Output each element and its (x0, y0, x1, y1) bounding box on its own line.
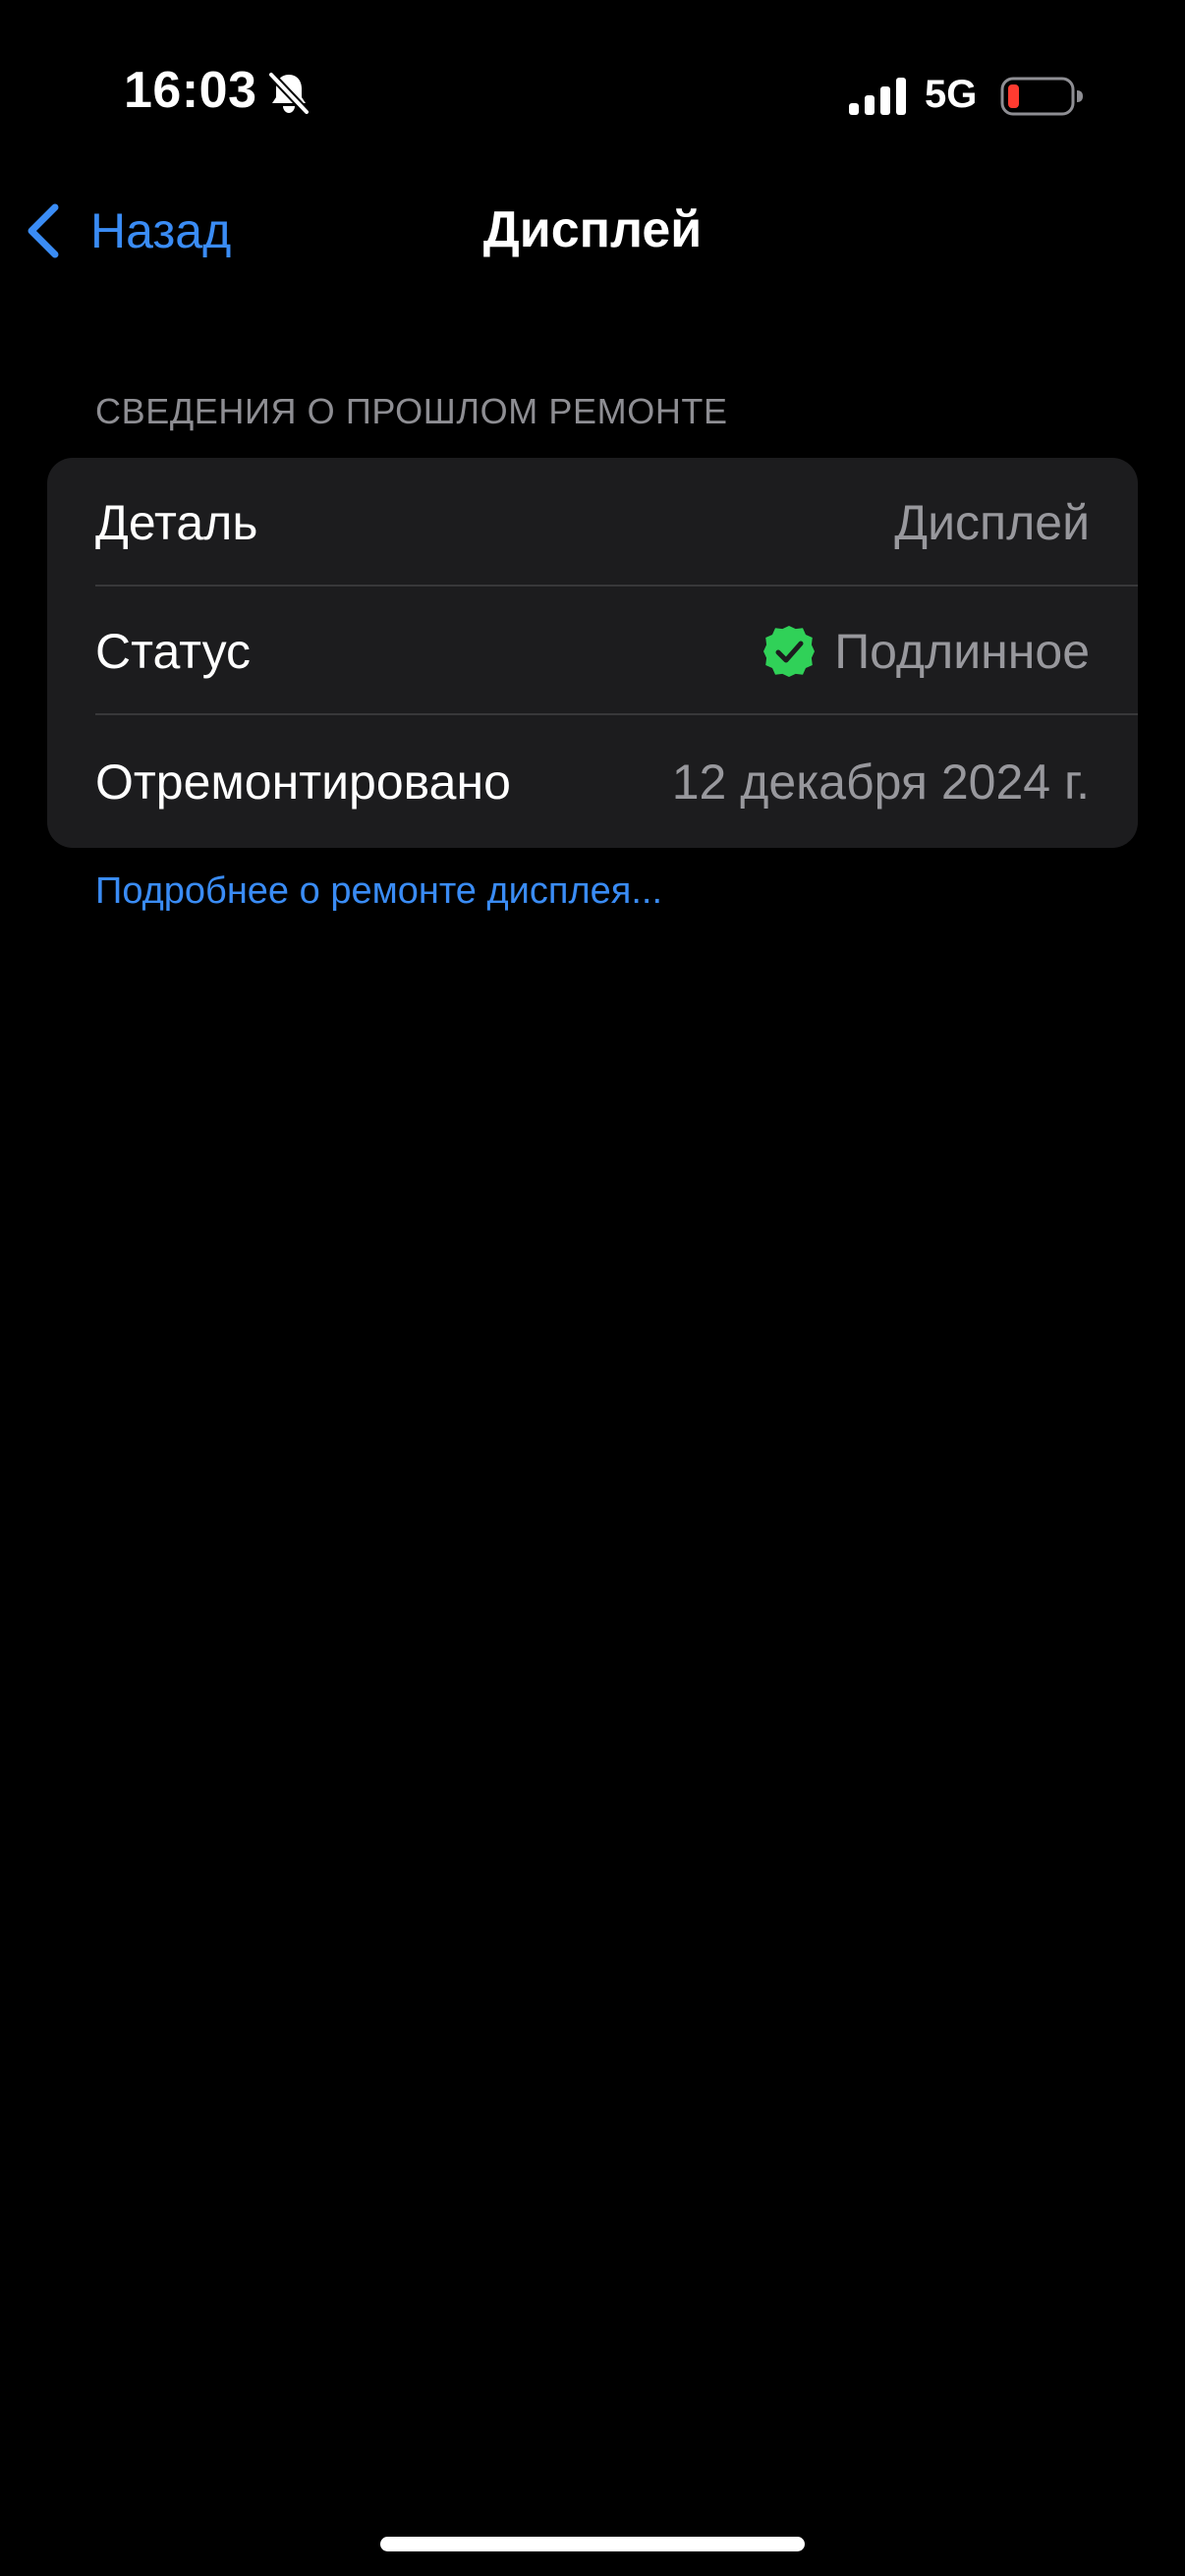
bell-slash-icon (267, 71, 310, 116)
verified-check-badge-icon (763, 625, 816, 677)
back-button-label: Назад (90, 203, 232, 258)
navigation-bar: Дисплей Назад (0, 187, 1185, 275)
repaired-date-text: 12 декабря 2024 г. (671, 754, 1090, 810)
status-time: 16:03 (124, 62, 257, 119)
row-value-repaired-date: 12 декабря 2024 г. (672, 754, 1090, 811)
row-value-part: Дисплей (894, 494, 1090, 551)
section-header: СВЕДЕНИЯ О ПРОШЛОМ РЕМОНТЕ (95, 391, 728, 431)
list-row-status: Статус Подлинное (47, 587, 1138, 715)
row-value-status: Подлинное (762, 623, 1090, 680)
learn-more-link[interactable]: Подробнее о ремонте дисплея... (95, 870, 662, 913)
home-indicator[interactable] (380, 2537, 805, 2551)
chevron-left-icon (28, 203, 59, 258)
network-type-label: 5G (925, 73, 978, 116)
list-row-part: Деталь Дисплей (47, 458, 1138, 587)
cellular-signal-icon (849, 78, 906, 115)
part-value-text: Дисплей (894, 494, 1090, 550)
battery-low-icon (1000, 77, 1083, 116)
row-label-part: Деталь (95, 494, 258, 550)
status-bar: 16:03 5G (0, 0, 1185, 187)
status-value-text: Подлинное (834, 623, 1090, 679)
back-button[interactable]: Назад (22, 196, 231, 265)
row-label-repaired: Отремонтировано (95, 754, 511, 810)
repair-info-group: Деталь Дисплей Статус Подлинное Отремонт… (47, 458, 1138, 848)
row-label-status: Статус (95, 623, 252, 679)
list-row-repaired-date: Отремонтировано 12 декабря 2024 г. (47, 715, 1138, 848)
